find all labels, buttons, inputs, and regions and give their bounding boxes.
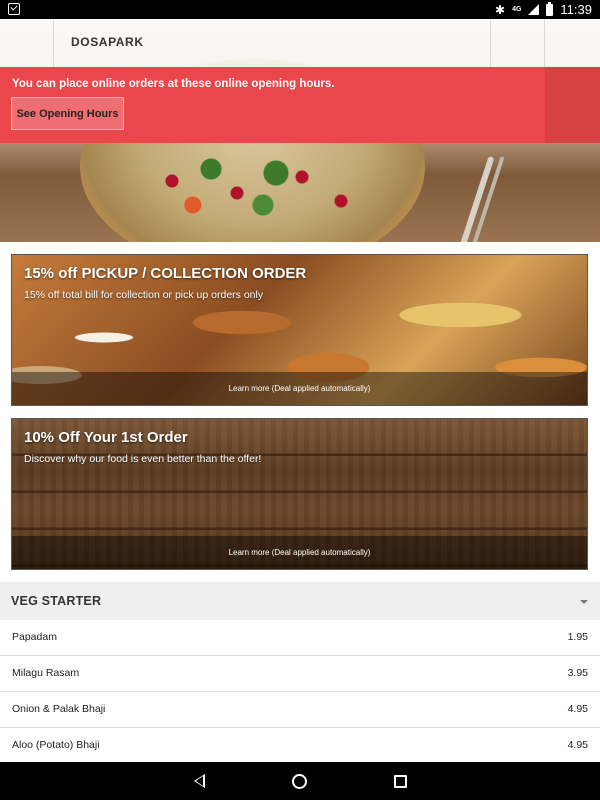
menu-item-price: 3.95 (567, 667, 588, 679)
menu-item-name: Onion & Palak Bhaji (12, 703, 106, 715)
menu-item-price: 4.95 (567, 739, 588, 751)
menu-item-name: Papadam (12, 631, 57, 643)
deal-title: 10% Off Your 1st Order (24, 429, 188, 446)
chevron-down-icon (580, 600, 588, 604)
back-icon[interactable] (194, 774, 205, 788)
notice-side-panel (545, 67, 600, 143)
status-icons: ✱ 4G 11:39 (495, 1, 592, 17)
salad-topping-image (120, 149, 380, 229)
menu-item[interactable]: Onion & Palak Bhaji 4.95 (0, 692, 600, 728)
deal-card-pickup[interactable]: 15% off PICKUP / COLLECTION ORDER 15% of… (11, 254, 588, 406)
status-bar: ✱ 4G 11:39 (0, 0, 600, 19)
app-bar-action-2[interactable] (545, 19, 600, 67)
deal-subtitle: 15% off total bill for collection or pic… (24, 289, 264, 301)
navigation-bar (0, 762, 600, 800)
app-title: DOSAPARK (71, 35, 144, 49)
bluetooth-icon: ✱ (495, 2, 506, 17)
home-icon[interactable] (292, 774, 307, 789)
checklist-icon (8, 3, 20, 15)
menu-item[interactable]: Aloo (Potato) Bhaji 4.95 (0, 728, 600, 764)
opening-hours-notice: You can place online orders at these onl… (0, 67, 545, 143)
menu-item-price: 1.95 (567, 631, 588, 643)
menu-item-name: Milagu Rasam (12, 667, 80, 679)
menu-item[interactable]: Milagu Rasam 3.95 (0, 656, 600, 692)
recents-icon[interactable] (394, 775, 407, 788)
signal-icon (528, 4, 540, 15)
battery-icon (546, 1, 554, 16)
menu-item-list: Papadam 1.95 Milagu Rasam 3.95 Onion & P… (0, 620, 600, 764)
see-opening-hours-button[interactable]: See Opening Hours (11, 97, 124, 130)
app-bar-action-1[interactable] (490, 19, 545, 67)
menu-button[interactable] (0, 19, 54, 67)
menu-item-price: 4.95 (567, 703, 588, 715)
status-time: 11:39 (560, 2, 592, 17)
deal-title: 15% off PICKUP / COLLECTION ORDER (24, 265, 307, 282)
menu-item[interactable]: Papadam 1.95 (0, 620, 600, 656)
deal-card-first-order[interactable]: 10% Off Your 1st Order Discover why our … (11, 418, 588, 570)
menu-item-name: Aloo (Potato) Bhaji (12, 739, 100, 751)
section-title: VEG STARTER (11, 594, 102, 608)
notice-text: You can place online orders at these onl… (12, 78, 335, 90)
deal-subtitle: Discover why our food is even better tha… (24, 453, 262, 465)
app-bar: DOSAPARK (0, 19, 600, 67)
menu-section-header[interactable]: VEG STARTER (0, 582, 600, 620)
deal-learn-more-link[interactable]: Learn more (Deal applied automatically) (12, 536, 587, 569)
deal-learn-more-link[interactable]: Learn more (Deal applied automatically) (12, 372, 587, 405)
network-type: 4G (512, 6, 522, 13)
